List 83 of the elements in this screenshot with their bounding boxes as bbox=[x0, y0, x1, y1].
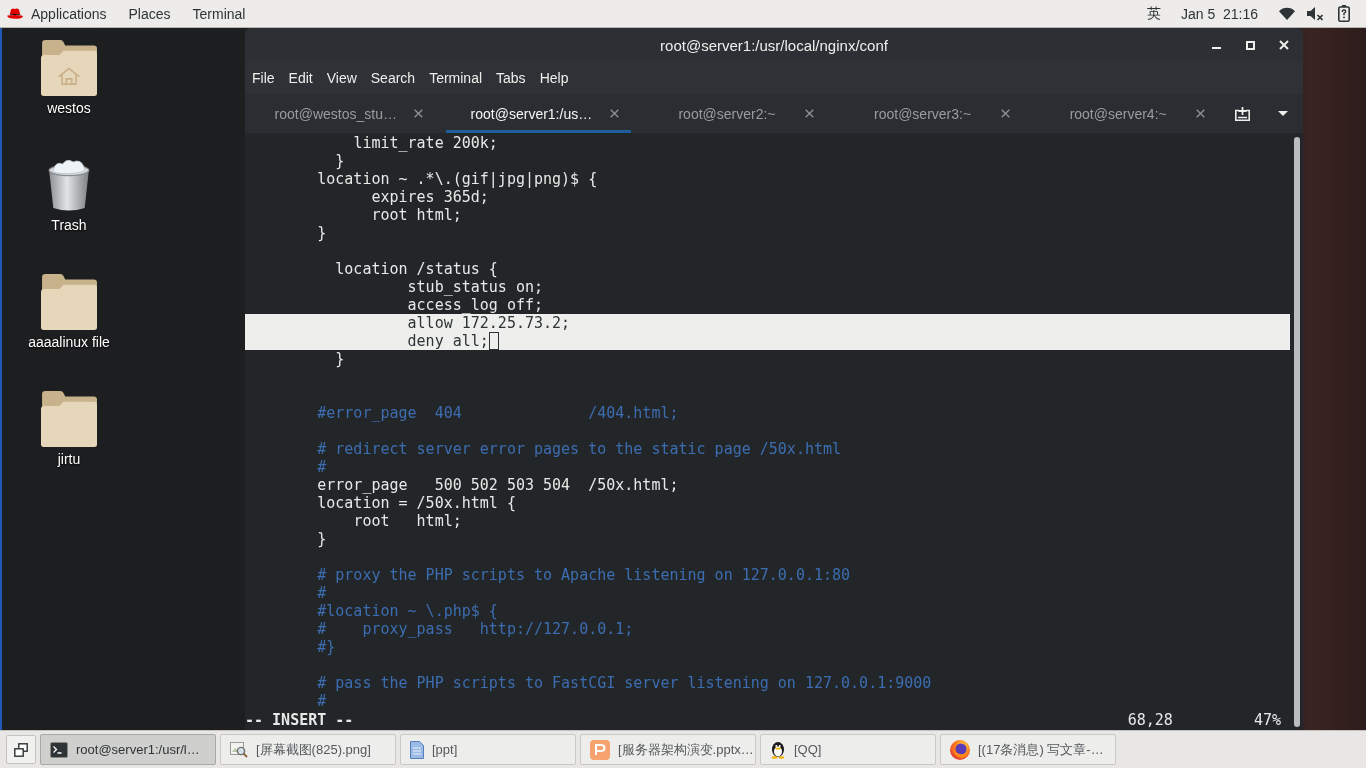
menu-item[interactable]: Edit bbox=[281, 64, 320, 92]
battery-icon[interactable] bbox=[1338, 5, 1350, 22]
cursor-position: 68,28 bbox=[1127, 711, 1173, 729]
close-icon bbox=[1000, 109, 1010, 118]
code-line: expires 365d; bbox=[371, 188, 489, 206]
image-magnifier-icon bbox=[230, 741, 248, 758]
top-bar-menu[interactable]: Applications bbox=[3, 0, 118, 27]
terminal-icon bbox=[50, 741, 68, 758]
desktop-icon-label[interactable]: jirtu bbox=[57, 451, 81, 468]
comment-line: # proxy the PHP scripts to Apache listening on 127.0.0.1:80 bbox=[317, 566, 851, 584]
taskbar-button[interactable]: root@server1:/usr/l… bbox=[40, 734, 216, 765]
scrollbar-thumb[interactable] bbox=[1293, 137, 1300, 727]
code-line: location ~ .*\.(gif|jpg|png)$ { bbox=[317, 170, 598, 188]
menu-item[interactable]: View bbox=[319, 64, 364, 92]
close-icon bbox=[805, 109, 815, 118]
folder-icon[interactable] bbox=[41, 391, 97, 447]
penguin-icon bbox=[770, 740, 786, 759]
top-bar-menu[interactable]: Places bbox=[117, 0, 182, 27]
comment-line: #location ~ \.php$ { bbox=[317, 602, 498, 620]
comment-line: # proxy_pass http://127.0.0.1; bbox=[317, 620, 634, 638]
input-method-indicator[interactable]: 英 bbox=[1146, 4, 1161, 23]
code-line: location = /50x.html { bbox=[317, 494, 516, 512]
browser-icon bbox=[950, 739, 970, 760]
tab[interactable]: root@server4:~ bbox=[1027, 94, 1223, 133]
taskbar-button[interactable]: [QQ] bbox=[760, 734, 936, 765]
code-line: root html; bbox=[353, 512, 462, 530]
close-icon bbox=[414, 109, 424, 118]
menu-item[interactable]: Terminal bbox=[422, 64, 490, 92]
code-line: } bbox=[317, 224, 327, 242]
windows-icon bbox=[14, 742, 28, 757]
comment-line: # redirect server error pages to the static page /50x.html bbox=[317, 440, 842, 458]
code-line: } bbox=[335, 350, 345, 368]
minimize-icon bbox=[1211, 47, 1221, 49]
document-icon bbox=[410, 740, 424, 759]
window-title: root@server1:/usr/local/nginx/conf bbox=[660, 36, 888, 54]
comment-line: # bbox=[317, 458, 327, 476]
folder-icon[interactable] bbox=[41, 274, 97, 330]
close-icon bbox=[609, 109, 619, 118]
trash-can-icon[interactable] bbox=[46, 157, 92, 213]
code-line: limit_rate 200k; bbox=[353, 134, 498, 152]
mode-indicator: -- INSERT -- bbox=[245, 711, 354, 729]
comment-line: # bbox=[317, 692, 327, 710]
code-line: stub_status on; bbox=[407, 278, 544, 296]
taskbar-button[interactable]: [ppt] bbox=[400, 734, 576, 765]
comment-line: # pass the PHP scripts to FastCGI server listening on 127.0.0.1:9000 bbox=[317, 674, 932, 692]
top-bar-menu[interactable]: Terminal bbox=[181, 0, 257, 27]
menu-item[interactable]: Help bbox=[532, 64, 576, 92]
wifi-icon[interactable] bbox=[1279, 7, 1295, 20]
hat-icon bbox=[7, 8, 23, 19]
tab[interactable]: root@server3:~ bbox=[831, 94, 1028, 133]
comment-line: # bbox=[317, 584, 327, 602]
caret-icon bbox=[1277, 111, 1288, 116]
window-plus-icon bbox=[1234, 105, 1252, 122]
close-icon bbox=[1196, 109, 1206, 118]
scroll-percentage: 47% bbox=[1253, 711, 1281, 729]
code-line: root html; bbox=[371, 206, 462, 224]
home-folder-icon[interactable] bbox=[41, 40, 97, 96]
menu-item[interactable]: Tabs bbox=[489, 64, 533, 92]
code-line: access_log off; bbox=[407, 296, 544, 314]
tab[interactable]: root@server2:~ bbox=[636, 94, 832, 133]
clock[interactable]: Jan 5 21:16 bbox=[1180, 5, 1258, 22]
menu-item[interactable]: File bbox=[245, 64, 282, 92]
taskbar-button[interactable]: [(17条消息) 写文章-… bbox=[940, 734, 1116, 765]
code-line: location /status { bbox=[335, 260, 498, 278]
code-line: deny all; bbox=[407, 332, 489, 350]
close-icon bbox=[1279, 40, 1289, 50]
comment-line: #} bbox=[317, 638, 336, 656]
menu-item[interactable]: Search bbox=[363, 64, 423, 92]
code-line: error_page 500 502 503 504 /50x.html; bbox=[317, 476, 679, 494]
desktop-icon-label[interactable]: aaaalinux file bbox=[28, 334, 110, 351]
muted-speaker-icon[interactable] bbox=[1307, 6, 1323, 21]
maximize-icon bbox=[1245, 40, 1255, 50]
desktop-icon-label[interactable]: westos bbox=[47, 100, 91, 117]
taskbar-button[interactable]: [屏幕截图(825).png] bbox=[220, 734, 396, 765]
desktop-icon-label[interactable]: Trash bbox=[51, 217, 87, 234]
slides-app-icon bbox=[590, 739, 610, 760]
comment-line: #error_page 404 /404.html; bbox=[317, 404, 679, 422]
code-line: allow 172.25.73.2; bbox=[407, 314, 571, 332]
show-desktop-button[interactable] bbox=[6, 735, 36, 764]
code-line: } bbox=[335, 152, 345, 170]
code-line: } bbox=[317, 530, 327, 548]
tab[interactable]: root@westos_stu… bbox=[245, 94, 441, 133]
taskbar-button[interactable]: [服务器架构演变.pptx… bbox=[580, 734, 756, 765]
